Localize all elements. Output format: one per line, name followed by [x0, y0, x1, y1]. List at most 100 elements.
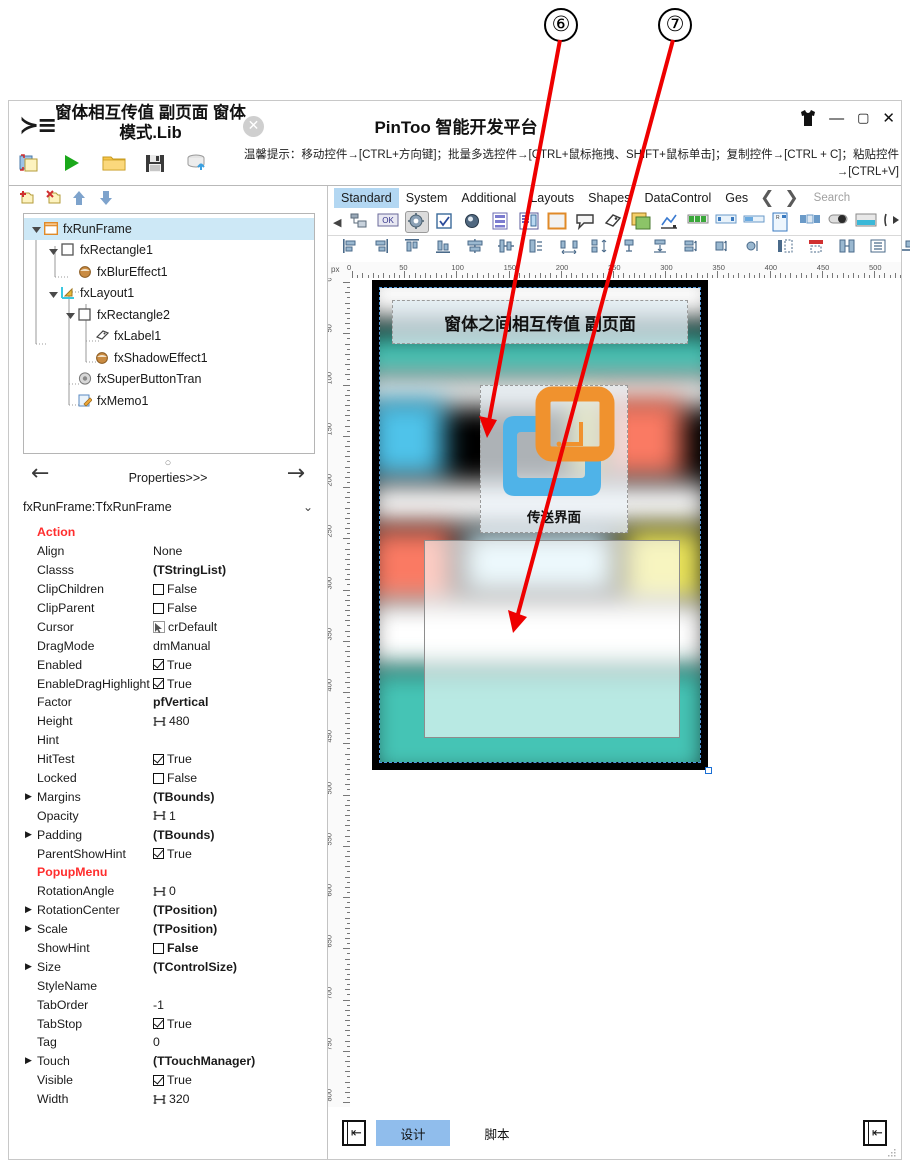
- tree-node-fxmemo1[interactable]: fxMemo1: [24, 390, 314, 412]
- properties-list[interactable]: Action Align None Classs (TStringList) ClipCh…: [23, 523, 315, 1109]
- expand-triangle-icon[interactable]: ▶: [23, 924, 37, 934]
- property-value-cell[interactable]: pfVertical: [153, 695, 315, 709]
- property-value-cell[interactable]: True: [153, 847, 315, 861]
- property-value-cell[interactable]: 320: [153, 1092, 315, 1106]
- size-spinner-icon[interactable]: [153, 886, 166, 897]
- property-row[interactable]: ▶ Touch (TTouchManager): [23, 1052, 315, 1071]
- resize-grip[interactable]: [887, 1145, 897, 1157]
- listbox-icon[interactable]: [491, 212, 513, 232]
- property-value-cell[interactable]: 0: [153, 1035, 315, 1049]
- database-upload-icon[interactable]: [185, 151, 211, 179]
- property-row[interactable]: Locked False: [23, 769, 315, 788]
- property-value-cell[interactable]: (TStringList): [153, 563, 315, 577]
- minimize-button[interactable]: —: [829, 110, 844, 127]
- component-tree[interactable]: fxRunFrame fxRectangle1 fxBlurEffect1 fxLay…: [23, 213, 315, 454]
- tree-node-fxrectangle2[interactable]: fxRectangle2: [24, 304, 314, 326]
- open-folder-icon[interactable]: [101, 151, 127, 179]
- tree-node-fxshadoweffect1[interactable]: fxShadowEffect1: [24, 347, 314, 369]
- transfer-button[interactable]: 传送界面: [480, 385, 628, 533]
- ok-button-icon[interactable]: OK: [377, 212, 399, 232]
- size-grow-icon[interactable]: [714, 238, 736, 258]
- property-row[interactable]: HitTest True: [23, 750, 315, 769]
- property-row[interactable]: PopupMenu: [23, 863, 315, 882]
- memo-control[interactable]: [424, 540, 680, 738]
- checkbox-icon[interactable]: [153, 602, 164, 614]
- checkbox-icon[interactable]: [153, 772, 164, 784]
- cursor-icon[interactable]: [153, 620, 165, 633]
- property-row[interactable]: ▶ Padding (TBounds): [23, 825, 315, 844]
- balloon-icon[interactable]: [575, 212, 597, 232]
- property-value-cell[interactable]: False: [153, 941, 315, 955]
- property-row[interactable]: ShowHint False: [23, 939, 315, 958]
- property-value-cell[interactable]: True: [153, 1017, 315, 1031]
- space-equal-icon[interactable]: [528, 238, 550, 258]
- property-row[interactable]: ▶ Margins (TBounds): [23, 787, 315, 806]
- palette-tab-layouts[interactable]: Layouts: [523, 188, 581, 208]
- property-value-cell[interactable]: False: [153, 582, 315, 596]
- collapse-left-panel-button[interactable]: ⇤: [342, 1120, 366, 1146]
- size-spinner-icon[interactable]: [153, 1094, 166, 1105]
- property-row[interactable]: Opacity 1: [23, 806, 315, 825]
- property-row[interactable]: Factor pfVertical: [23, 693, 315, 712]
- align-right-icon[interactable]: [373, 238, 395, 258]
- property-value-cell[interactable]: False: [153, 771, 315, 785]
- object-selector[interactable]: fxRunFrame:TfxRunFrame ⌄: [23, 496, 313, 518]
- tree-node-fxrunframe[interactable]: fxRunFrame: [24, 218, 314, 240]
- form-design-area[interactable]: 窗体之间相互传值 副页面 传送界面: [379, 287, 701, 763]
- run-icon[interactable]: [59, 151, 85, 179]
- property-value-cell[interactable]: dmManual: [153, 639, 315, 653]
- property-row[interactable]: ▶ RotationCenter (TPosition): [23, 901, 315, 920]
- property-row[interactable]: Visible True: [23, 1071, 315, 1090]
- property-row[interactable]: TabOrder -1: [23, 995, 315, 1014]
- expander-icon[interactable]: [32, 224, 41, 234]
- align-bottom-icon[interactable]: [435, 238, 457, 258]
- checkbox-icon[interactable]: [153, 942, 164, 954]
- space-h-icon[interactable]: [559, 238, 581, 258]
- tree-node-fxlabel1[interactable]: fxLabel1: [24, 326, 314, 348]
- form-title-label[interactable]: 窗体之间相互传值 副页面: [392, 300, 688, 344]
- property-value-cell[interactable]: crDefault: [153, 620, 315, 634]
- expander-icon[interactable]: [66, 310, 75, 320]
- shirt-icon[interactable]: [800, 109, 816, 127]
- palette-prev-icon[interactable]: ❮: [755, 188, 779, 208]
- expand-triangle-icon[interactable]: ▶: [23, 905, 37, 915]
- move-down-icon[interactable]: [100, 190, 117, 206]
- property-row[interactable]: DragMode dmManual: [23, 636, 315, 655]
- checkbox-icon[interactable]: [435, 212, 457, 232]
- property-value-cell[interactable]: 0: [153, 884, 315, 898]
- property-value-cell[interactable]: -1: [153, 998, 315, 1012]
- delete-node-icon[interactable]: [46, 190, 63, 206]
- checkbox-icon[interactable]: [153, 678, 164, 690]
- structure-icon[interactable]: [349, 212, 371, 232]
- property-row[interactable]: ClipChildren False: [23, 580, 315, 599]
- palette-row-components[interactable]: ◀ OK R: [328, 209, 901, 235]
- progress-icon[interactable]: [687, 212, 709, 232]
- selection-handle[interactable]: [705, 767, 712, 774]
- palette-tab-shapes[interactable]: Shapes: [581, 188, 637, 208]
- bottom-tab-script[interactable]: 脚本: [460, 1120, 534, 1146]
- label-tag-icon[interactable]: [603, 212, 625, 232]
- property-value-cell[interactable]: False: [153, 601, 315, 615]
- expand-triangle-icon[interactable]: ▶: [23, 1056, 37, 1066]
- property-row[interactable]: StyleName: [23, 976, 315, 995]
- property-value-cell[interactable]: 1: [153, 809, 315, 823]
- form-frame[interactable]: 窗体之间相互传值 副页面 传送界面: [372, 280, 712, 774]
- property-row[interactable]: Width 320: [23, 1090, 315, 1109]
- bring-front-icon[interactable]: [776, 238, 798, 258]
- datagrid-icon[interactable]: [519, 212, 541, 232]
- palette-tab-datacontrol[interactable]: DataControl: [638, 188, 719, 208]
- tree-node-fxsuperbuttontran[interactable]: fxSuperButtonTran: [24, 369, 314, 391]
- tree-node-fxrectangle1[interactable]: fxRectangle1: [24, 240, 314, 262]
- property-row[interactable]: Hint: [23, 731, 315, 750]
- palette-row-align-tools[interactable]: [328, 235, 910, 260]
- align-mid-icon[interactable]: [621, 238, 643, 258]
- panel-icon[interactable]: [547, 212, 569, 232]
- property-row[interactable]: Action: [23, 523, 315, 542]
- space-v-icon[interactable]: [590, 238, 612, 258]
- property-value-cell[interactable]: (TBounds): [153, 790, 315, 804]
- expander-icon[interactable]: [883, 212, 905, 232]
- checkbox-icon[interactable]: [153, 1018, 164, 1030]
- size-spinner-icon[interactable]: [153, 810, 166, 821]
- add-node-icon[interactable]: [19, 190, 36, 206]
- center-v-icon[interactable]: [497, 238, 519, 258]
